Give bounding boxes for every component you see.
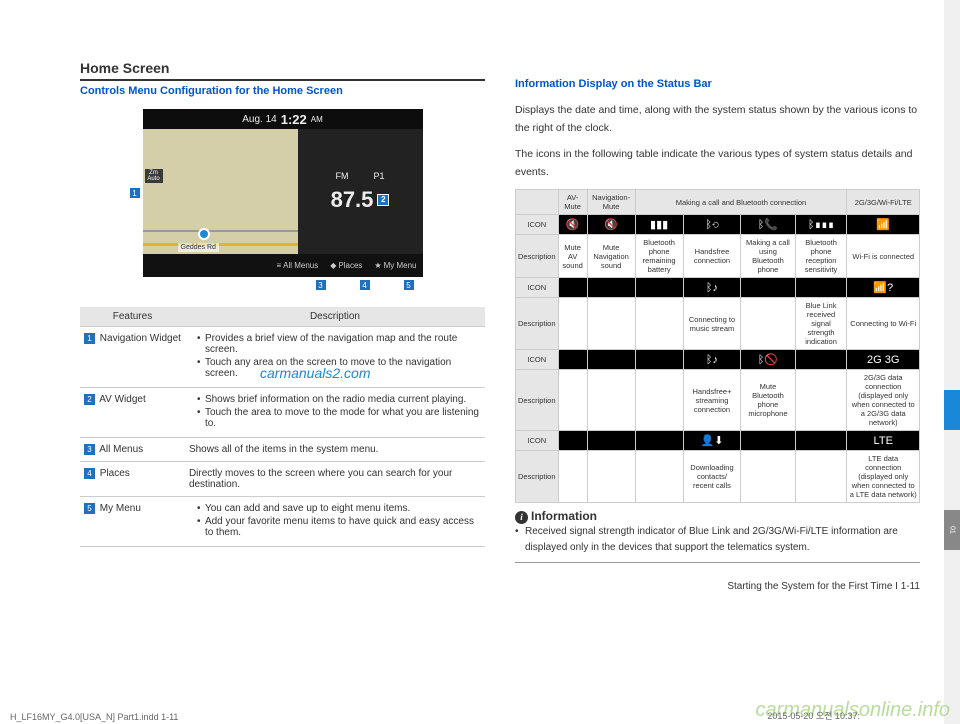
wifi-icon: 📶 [847, 215, 920, 235]
table-row: 1 Navigation Widget Provides a brief vie… [80, 327, 485, 388]
th-description: Description [185, 307, 485, 327]
callout-4: 4 [359, 279, 371, 291]
bottom-mymenu: ★ My Menu [374, 261, 416, 270]
screenshot-time: 1:22 [281, 112, 307, 127]
table-row: 3 All Menus Shows all of the items in th… [80, 438, 485, 462]
para1: Displays the date and time, along with t… [515, 102, 920, 138]
lte-icon: LTE [847, 431, 920, 451]
information-header: iInformation [515, 509, 920, 524]
table-row: 2 AV Widget Shows brief information on t… [80, 388, 485, 438]
callout-1: 1 [129, 187, 141, 199]
print-mark: H_LF16MY_G4.0[USA_N] Part1.indd 1-11 [10, 712, 178, 722]
status-table: AV-Mute Navigation-Mute Making a call an… [515, 189, 920, 503]
audio-mute-icon: 🔇 [558, 215, 587, 235]
features-table: FeaturesDescription 1 Navigation Widget … [80, 307, 485, 547]
data-2g3g-icon: 2G 3G [847, 350, 920, 370]
th-features: Features [80, 307, 185, 327]
callout-3: 3 [315, 279, 327, 291]
right-subtitle: Information Display on the Status Bar [515, 78, 920, 90]
section-title: Home Screen [80, 60, 485, 81]
map-panel: Zm Auto Geddes Rd [143, 129, 298, 254]
callout-2: 2 [377, 194, 389, 206]
bt-signal-icon: ᛒ▮▮▮ [795, 215, 847, 235]
para2: The icons in the following table indicat… [515, 146, 920, 182]
bt-hf-stream-icon: ᛒ♪ [683, 350, 740, 370]
bt-handsfree-icon: ᛒ⟲ [683, 215, 740, 235]
navi-mute-icon: 🔇 [587, 215, 635, 235]
left-subtitle: Controls Menu Configuration for the Home… [80, 85, 485, 97]
table-row: 4 Places Directly moves to the screen wh… [80, 462, 485, 497]
side-tab: 01 [944, 510, 960, 550]
bottom-allmenus: ≡ All Menus [276, 261, 318, 270]
callout-5: 5 [403, 279, 415, 291]
radio-panel: FM P1 87.52 [298, 129, 423, 254]
wifi-connect-icon: 📶? [847, 278, 920, 298]
zoom-label: Zm Auto [145, 169, 163, 183]
page-footer: Starting the System for the First Time I… [515, 581, 920, 592]
home-screenshot: Aug. 14 1:22 AM Zm Auto Geddes Rd FM P1 … [143, 109, 423, 277]
road-label: Geddes Rd [178, 243, 219, 252]
bt-call-icon: ᛒ📞 [741, 215, 795, 235]
bt-mic-mute-icon: ᛒ🚫 [741, 350, 795, 370]
bt-music-icon: ᛒ♪ [683, 278, 740, 298]
bt-battery-icon: ▮▮▮ [635, 215, 683, 235]
information-text: Received signal strength indicator of Bl… [515, 524, 920, 563]
screenshot-ampm: AM [311, 115, 323, 124]
bt-download-icon: 👤⬇ [683, 431, 740, 451]
print-date: 2015-05-20 오전 10:37: [767, 709, 860, 722]
table-row: 5 My Menu You can add and save up to eig… [80, 497, 485, 547]
bottom-places: ◆ Places [330, 261, 362, 270]
position-marker [198, 228, 210, 240]
info-icon: i [515, 511, 528, 524]
screenshot-date: Aug. 14 [242, 114, 276, 125]
